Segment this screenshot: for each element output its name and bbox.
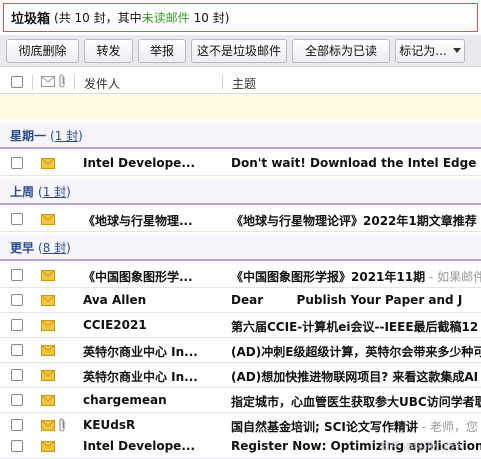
mail-row[interactable]: 英特尔商业中心 In... (AD)冲刺E级超级计算，英特尔会带来多少种可 (0, 338, 481, 363)
mail-subject[interactable]: (AD)冲刺E级超级计算，英特尔会带来多少种可 (231, 343, 481, 360)
mail-sender[interactable]: 《中国图象图形学... (83, 268, 223, 285)
mail-sender[interactable]: 英特尔商业中心 In... (83, 368, 223, 385)
mail-subject[interactable]: 第六届CCIE-计算机ei会议--IEEE最后截稿12 (231, 318, 481, 335)
mail-subject[interactable]: 指定城市，心血管医生获取参大UBC访问学者职 (231, 393, 481, 410)
forward-button[interactable]: 转发 (84, 38, 133, 63)
envelope-icon (41, 270, 55, 281)
list-header: 发件人 主题 (0, 71, 481, 94)
folder-title-bar: 垃圾箱 (共 10 封，其中 未读邮件 10 封) (3, 3, 478, 32)
row-checkbox[interactable] (11, 319, 23, 331)
group-name: 星期一 (10, 128, 47, 143)
sender-column-header[interactable]: 发件人 (84, 75, 120, 92)
row-checkbox[interactable] (11, 394, 23, 406)
row-checkbox[interactable] (11, 440, 23, 452)
mail-row[interactable]: Intel Develope... Don't wait! Download t… (0, 151, 481, 176)
group-count: (1 封) (50, 128, 83, 143)
date-group-header: 上周 (1 封) (0, 179, 481, 205)
chevron-down-icon (452, 48, 461, 53)
group-count: (1 封) (38, 184, 71, 199)
watermark: 知乎 @科研小助手 (380, 442, 464, 453)
mail-sender[interactable]: Ava Allen (83, 293, 223, 307)
mail-sender[interactable]: chargemean (83, 393, 223, 407)
mail-row[interactable]: 英特尔商业中心 In... (AD)想加快推进物联网项目? 来看这款集成AI (0, 363, 481, 388)
mail-row[interactable]: 《中国图象图形学... 《中国图象图形学报》2021年11期 - 如果邮件 (0, 263, 481, 288)
mail-sender[interactable]: Intel Develope... (83, 439, 223, 453)
envelope-icon (41, 395, 55, 406)
envelope-icon (41, 320, 55, 331)
mail-sender[interactable]: CCIE2021 (83, 318, 223, 332)
mail-sender[interactable]: KEUdsR (83, 418, 223, 432)
row-checkbox[interactable] (11, 419, 23, 431)
envelope-icon (41, 370, 55, 381)
mail-row[interactable]: 《地球与行星物理... 《地球与行星物理论评》2022年1期文章推荐 (0, 207, 481, 232)
folder-summary-prefix: (共 10 封，其中 (54, 11, 142, 25)
subject-column-header[interactable]: 主题 (232, 75, 256, 92)
group-count-link[interactable]: 1 封 (43, 185, 66, 199)
row-checkbox[interactable] (11, 369, 23, 381)
column-divider (222, 75, 223, 90)
mail-sender[interactable]: 《地球与行星物理... (83, 212, 223, 229)
mark-as-label: 标记为... (399, 44, 447, 58)
attachment-header-icon[interactable] (58, 74, 67, 89)
toolbar: 彻底删除 转发 举报 这不是垃圾邮件 全部标为已读 标记为... (0, 35, 481, 67)
folder-title: 垃圾箱 (11, 12, 51, 27)
report-button[interactable]: 举报 (138, 38, 186, 63)
mark-all-read-button[interactable]: 全部标为已读 (292, 38, 390, 63)
unread-mail-link[interactable]: 未读邮件 (142, 9, 190, 26)
mail-subject[interactable]: Don't wait! Download the Intel Edge (231, 156, 481, 170)
envelope-icon (41, 420, 55, 431)
envelope-header-icon[interactable] (41, 76, 55, 87)
envelope-icon (41, 158, 55, 169)
mark-as-dropdown[interactable]: 标记为... (395, 38, 465, 63)
notice-bar (0, 95, 481, 119)
mail-sender[interactable]: 英特尔商业中心 In... (83, 343, 223, 360)
column-divider (32, 75, 33, 90)
date-group-header: 更早 (8 封) (0, 235, 481, 261)
mail-subject[interactable]: 国自然基金培训; SCI论文写作精讲 - 老师，您 (231, 418, 481, 435)
envelope-icon (41, 345, 55, 356)
date-group-header: 星期一 (1 封) (0, 123, 481, 149)
mail-subject[interactable]: Dear Publish Your Paper and J (231, 293, 481, 307)
envelope-icon (41, 441, 55, 452)
select-all-checkbox[interactable] (11, 76, 23, 88)
envelope-icon (41, 214, 55, 225)
row-checkbox[interactable] (11, 157, 23, 169)
row-checkbox[interactable] (11, 294, 23, 306)
row-checkbox[interactable] (11, 269, 23, 281)
group-count-link[interactable]: 1 封 (55, 129, 78, 143)
envelope-icon (41, 295, 55, 306)
group-name: 更早 (10, 240, 35, 255)
mail-row[interactable]: chargemean 指定城市，心血管医生获取参大UBC访问学者职 (0, 388, 481, 413)
mail-sender[interactable]: Intel Develope... (83, 156, 223, 170)
mail-subject[interactable]: 《地球与行星物理论评》2022年1期文章推荐 (231, 212, 481, 229)
row-checkbox[interactable] (11, 213, 23, 225)
row-checkbox[interactable] (11, 344, 23, 356)
folder-summary-suffix: 10 封) (193, 11, 230, 25)
group-count: (8 封) (38, 240, 71, 255)
group-name: 上周 (10, 184, 35, 199)
attachment-icon (59, 418, 65, 432)
mail-subject[interactable]: (AD)想加快推进物联网项目? 来看这款集成AI (231, 368, 481, 385)
column-divider (74, 75, 75, 90)
delete-permanently-button[interactable]: 彻底删除 (6, 38, 79, 63)
mail-subject[interactable]: 《中国图象图形学报》2021年11期 - 如果邮件 (231, 268, 481, 285)
not-spam-button[interactable]: 这不是垃圾邮件 (191, 38, 287, 63)
mail-row[interactable]: Ava Allen Dear Publish Your Paper and J (0, 288, 481, 313)
group-count-link[interactable]: 8 封 (43, 241, 66, 255)
mail-row[interactable]: CCIE2021 第六届CCIE-计算机ei会议--IEEE最后截稿12 (0, 313, 481, 338)
